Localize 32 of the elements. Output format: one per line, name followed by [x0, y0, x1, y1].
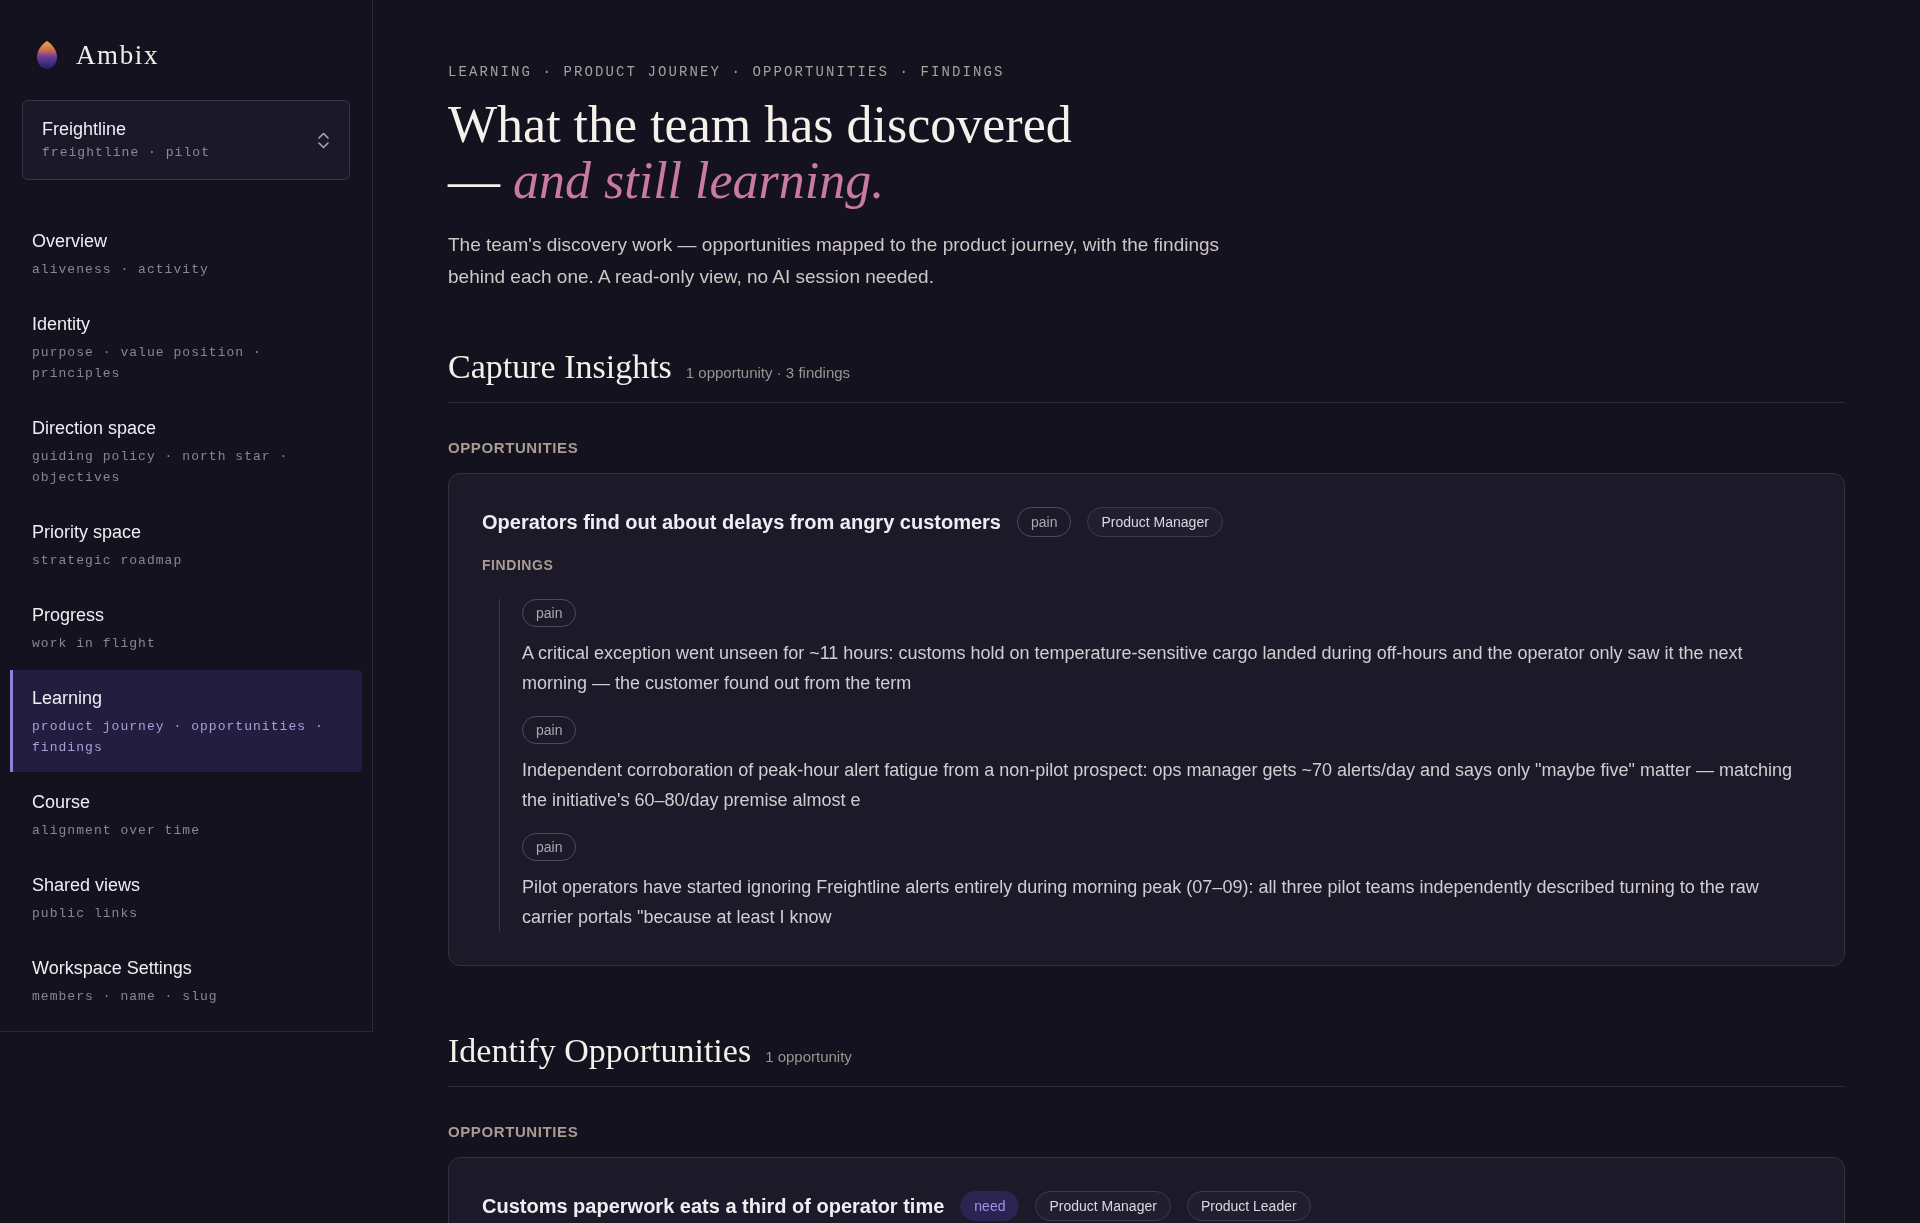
workspace-switcher[interactable]: Freightline freightline · pilot	[22, 100, 350, 180]
breadcrumb: LEARNING · PRODUCT JOURNEY · OPPORTUNITIES · FINDINGS	[448, 63, 1006, 82]
role-tag: Product Manager	[1087, 507, 1223, 537]
finding-text: Pilot operators have started ignoring Freightline alerts entirely during morning peak (07–09): all three pilot teams independently described turning to the raw carrier portals "because at least I know	[522, 876, 1760, 929]
nav-item[interactable]: Shared views public links	[10, 857, 362, 938]
nav-item[interactable]: Overview aliveness · activity	[10, 213, 362, 294]
finding-text: Independent corroboration of peak-hour alert fatigue from a non-pilot prospect: ops manager gets ~70 alerts/day and says only "maybe five" matter — matching the initiative's 60–80/day premise almost e	[522, 759, 1793, 812]
opportunity-title: Operators find out about delays from angry customers	[482, 510, 1001, 535]
nav-item[interactable]: Identity purpose · value position · principles	[10, 296, 362, 398]
brand-name: Ambix	[76, 41, 160, 69]
opportunity-title: Customs paperwork eats a third of operator time	[482, 1194, 945, 1219]
section-count: 1 opportunity · 3 findings	[685, 363, 851, 383]
section-label: OPPORTUNITIES	[448, 1122, 580, 1142]
leaf-logo-icon	[37, 41, 57, 69]
page-heading: What the team has discovered — and still learning.	[448, 97, 1073, 209]
section-label: OPPORTUNITIES	[448, 438, 580, 458]
role-tag: Product Manager	[1035, 1191, 1171, 1221]
nav-item[interactable]: Course alignment over time	[10, 774, 362, 855]
section-title: Identify Opportunities	[448, 1031, 752, 1071]
chevron-updown-icon	[318, 131, 329, 149]
nav-item[interactable]: Progress work in flight	[10, 587, 362, 668]
section-count: 1 opportunity	[765, 1047, 852, 1067]
finding-text: A critical exception went unseen for ~11 hours: customs hold on temperature-sensitive cargo landed during off-hours and the operator only saw it the next morning — the customer found out from the term	[522, 642, 1744, 695]
nav-item[interactable]: Direction space guiding policy · north star · objectives	[10, 400, 362, 502]
nav-item[interactable]: Priority space strategic roadmap	[10, 504, 362, 585]
findings-label: FINDINGS	[482, 556, 555, 574]
nav-item[interactable]: Learning product journey · opportunities · findings	[10, 670, 362, 772]
nav-item[interactable]: Workspace Settings members · name · slug	[10, 940, 362, 1021]
intro-text: The team's discovery work — opportunities mapped to the product journey, with the findings behind each one. A read-only view, no AI session needed.	[448, 233, 1221, 289]
role-tag: Product Leader	[1186, 1191, 1311, 1221]
category-tag: need	[960, 1191, 1020, 1221]
section-title: Capture Insights	[448, 347, 672, 387]
